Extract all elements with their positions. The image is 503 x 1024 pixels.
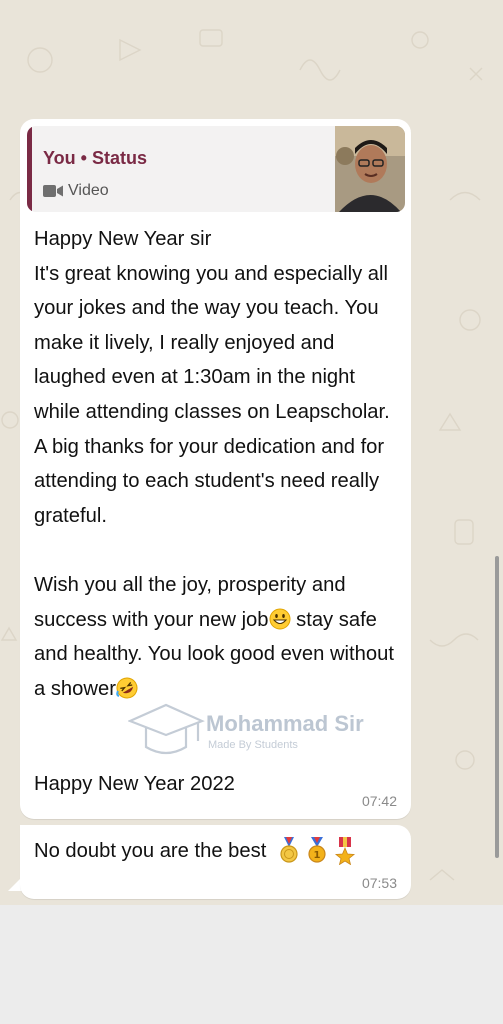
message-paragraph-2: Wish you all the joy, prosperity and suc… xyxy=(34,568,404,706)
message-text: No doubt you are the best xyxy=(34,839,267,862)
quote-type-label: Video xyxy=(68,182,109,199)
military-medal-icon xyxy=(334,837,356,866)
bottom-empty-area xyxy=(0,905,503,1024)
message-timestamp: 07:53 xyxy=(361,875,397,891)
scrollbar[interactable] xyxy=(495,556,499,858)
quote-accent-bar xyxy=(27,126,32,212)
video-camera-icon xyxy=(43,184,65,198)
message-bubble-status-reply[interactable]: You • Status Video Happy New Year sir It… xyxy=(20,119,411,819)
graduation-cap-icon xyxy=(127,703,205,755)
watermark: Mohammad Sir Made By Students xyxy=(127,703,378,759)
svg-text:1: 1 xyxy=(314,850,321,861)
message-blank-line xyxy=(34,533,404,568)
quote-title: You • Status xyxy=(43,148,147,168)
rolling-laughing-emoji xyxy=(116,676,138,699)
message-closing: Happy New Year 2022 xyxy=(34,773,235,795)
grinning-emoji xyxy=(269,607,291,630)
watermark-subtitle: Made By Students xyxy=(208,739,298,751)
message-timestamp: 07:42 xyxy=(361,793,397,809)
message-greeting: Happy New Year sir xyxy=(34,228,212,250)
message-bubble[interactable]: No doubt you are the best 1 07:53 xyxy=(20,825,411,899)
quote-type: Video xyxy=(43,182,109,200)
watermark-title: Mohammad Sir xyxy=(206,711,364,736)
sports-medal-icon xyxy=(278,837,300,865)
status-video-thumbnail[interactable] xyxy=(335,126,405,212)
message-paragraph-1: It's great knowing you and especially al… xyxy=(34,262,390,527)
message-body: Happy New Year sir It's great knowing yo… xyxy=(34,222,404,706)
message-body: No doubt you are the best 1 xyxy=(34,837,356,866)
quoted-status-preview[interactable]: You • Status Video xyxy=(27,126,405,212)
first-place-medal-icon: 1 xyxy=(306,837,328,865)
